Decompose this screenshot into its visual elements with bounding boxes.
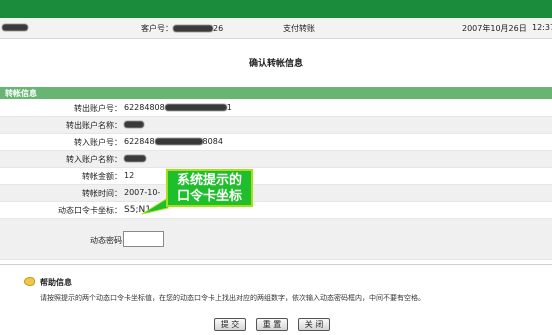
row-to-account-name: 转入账户名称： [0,151,552,168]
dynamic-password-input[interactable] [123,231,164,247]
submit-button[interactable]: 提 交 [214,318,246,331]
row-transfer-time: 转帐时间： 2007-10- [0,185,552,202]
row-to-account: 转入账户号： 622848 8084 [0,134,552,151]
divider [0,264,552,265]
transfer-section-heading: 转帐信息 [0,87,552,99]
page-title: 确认转帐信息 [248,59,303,69]
date-label: 2007年10月26日 [462,24,527,33]
row-card-coordinates: 动态口令卡坐标： S5;N1 [0,202,552,219]
close-button[interactable]: 关 闭 [298,318,330,331]
row-amount: 转帐金额： 12 [0,168,552,185]
annotation-callout: 系统提示的 口令卡坐标 [166,169,253,207]
help-text: 请按照提示的两个动态口令卡坐标值，在您的动态口令卡上找出对应的两组数字，依次输入… [40,294,425,302]
dynamic-password-label: 动态密码 [90,236,122,245]
info-bar: 客户号：26 支付转账 2007年10月26日 12:37 [0,18,552,39]
reset-button[interactable]: 重 置 [256,318,288,331]
help-icon [24,277,35,286]
top-banner [0,0,552,18]
customer-number: 客户号： 26 [141,24,224,33]
time-label: 12:37 [532,23,552,32]
user-name-redacted [2,23,28,32]
row-dynamic-password [0,219,552,260]
help-title: 帮助信息 [40,278,72,287]
section-label: 支付转账 [283,24,315,33]
row-from-account-name: 转出账户名称： [0,117,552,134]
row-from-account: 转出账户号： 62284808 1 [0,100,552,117]
